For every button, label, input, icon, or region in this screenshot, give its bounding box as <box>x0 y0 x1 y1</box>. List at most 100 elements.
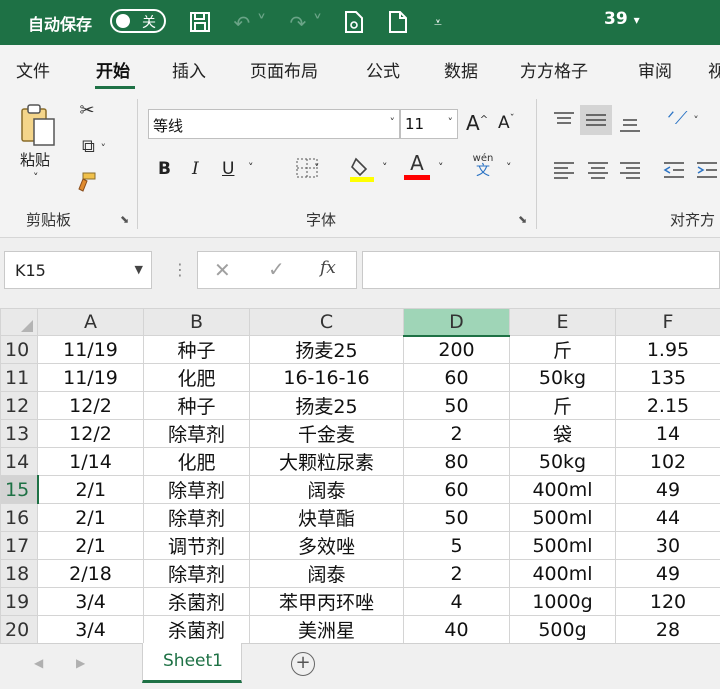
paste-dropdown-icon[interactable]: ˅ <box>33 171 39 184</box>
cell[interactable]: 30 <box>615 531 720 560</box>
font-launcher-icon[interactable]: ⬊ <box>518 213 527 226</box>
print-preview-icon[interactable] <box>340 10 368 36</box>
cell[interactable]: 种子 <box>143 335 250 364</box>
cell[interactable]: 化肥 <box>143 447 250 476</box>
cell[interactable]: 500ml <box>509 531 616 560</box>
column-header-b[interactable]: B <box>143 308 250 336</box>
chevron-down-icon[interactable]: ˅ <box>248 161 254 174</box>
font-color-icon[interactable]: A <box>404 153 430 183</box>
font-size-box[interactable]: 11 ˅ <box>400 109 458 139</box>
phonetic-guide-icon[interactable]: wén 文 <box>470 153 496 179</box>
cell[interactable]: 50 <box>403 391 510 420</box>
row-header[interactable]: 14 <box>0 447 38 476</box>
column-header-c[interactable]: C <box>249 308 404 336</box>
chevron-down-icon[interactable]: ˅ <box>506 161 512 174</box>
cancel-icon[interactable]: ✕ <box>214 258 231 282</box>
cell[interactable]: 4 <box>403 587 510 616</box>
column-header-a[interactable]: A <box>37 308 144 336</box>
cell[interactable]: 除草剂 <box>143 503 250 532</box>
cell[interactable]: 12/2 <box>37 419 144 448</box>
cell[interactable]: 50 <box>403 503 510 532</box>
cell[interactable]: 60 <box>403 363 510 392</box>
cell[interactable]: 11/19 <box>37 335 144 364</box>
cell[interactable]: 12/2 <box>37 391 144 420</box>
cell[interactable]: 2 <box>403 559 510 588</box>
tab-insert[interactable]: 插入 <box>172 57 206 82</box>
row-header[interactable]: 18 <box>0 559 38 588</box>
cell[interactable]: 50kg <box>509 447 616 476</box>
align-left-icon[interactable] <box>550 161 578 184</box>
cell[interactable]: 49 <box>615 559 720 588</box>
tab-fangfang[interactable]: 方方格子 <box>520 57 588 82</box>
clipboard-launcher-icon[interactable]: ⬊ <box>120 213 129 226</box>
cell[interactable]: 阔泰 <box>249 559 404 588</box>
align-center-icon[interactable] <box>584 161 612 184</box>
more-options-icon[interactable]: ⋮ <box>172 260 188 279</box>
new-document-icon[interactable] <box>384 10 412 36</box>
cell[interactable]: 28 <box>615 615 720 644</box>
cell[interactable]: 除草剂 <box>143 559 250 588</box>
chevron-down-icon[interactable]: ˅ <box>438 161 444 174</box>
cell[interactable]: 除草剂 <box>143 419 250 448</box>
align-bottom-icon[interactable] <box>616 115 644 138</box>
undo-icon[interactable]: ↶ ˅ <box>228 10 272 36</box>
zoom-counter[interactable]: 39 ▾ <box>604 9 640 29</box>
italic-button[interactable]: I <box>192 159 199 179</box>
cell[interactable]: 16-16-16 <box>249 363 404 392</box>
cell[interactable]: 2 <box>403 419 510 448</box>
cell[interactable]: 49 <box>615 475 720 504</box>
row-header[interactable]: 13 <box>0 419 38 448</box>
paste-label[interactable]: 粘贴 <box>20 149 50 170</box>
row-header[interactable]: 20 <box>0 615 38 644</box>
cell[interactable]: 千金麦 <box>249 419 404 448</box>
cell[interactable]: 44 <box>615 503 720 532</box>
cell[interactable]: 多效唑 <box>249 531 404 560</box>
select-all-corner[interactable] <box>0 308 38 336</box>
cell[interactable]: 2/18 <box>37 559 144 588</box>
cell[interactable]: 102 <box>615 447 720 476</box>
cell[interactable]: 袋 <box>509 419 616 448</box>
cell[interactable]: 2/1 <box>37 503 144 532</box>
cell[interactable]: 80 <box>403 447 510 476</box>
column-header-e[interactable]: E <box>509 308 616 336</box>
cell[interactable]: 50kg <box>509 363 616 392</box>
underline-button[interactable]: U <box>222 159 234 179</box>
cell[interactable]: 1.95 <box>615 335 720 364</box>
column-header-d[interactable]: D <box>403 308 510 337</box>
cell[interactable]: 2.15 <box>615 391 720 420</box>
cell[interactable]: 美洲星 <box>249 615 404 644</box>
cell[interactable]: 11/19 <box>37 363 144 392</box>
cut-icon[interactable]: ✂ <box>76 101 98 121</box>
cell[interactable]: 135 <box>615 363 720 392</box>
align-middle-icon[interactable] <box>580 105 612 135</box>
redo-icon[interactable]: ↷ ˅ <box>284 10 328 36</box>
sheet-tab-sheet1[interactable]: Sheet1 <box>142 643 242 683</box>
format-painter-icon[interactable] <box>74 171 98 198</box>
tab-file[interactable]: 文件 <box>16 57 50 82</box>
row-header[interactable]: 17 <box>0 531 38 560</box>
cell[interactable]: 杀菌剂 <box>143 615 250 644</box>
cell[interactable]: 400ml <box>509 559 616 588</box>
column-header-f[interactable]: F <box>615 308 720 336</box>
cell[interactable]: 200 <box>403 335 510 364</box>
align-top-icon[interactable] <box>550 111 578 134</box>
align-right-icon[interactable] <box>616 161 644 184</box>
add-sheet-button[interactable]: + <box>291 652 315 676</box>
row-header[interactable]: 10 <box>0 335 38 364</box>
shrink-font-icon[interactable]: Aˇ <box>498 113 515 133</box>
cell[interactable]: 斤 <box>509 391 616 420</box>
scroll-left-icon[interactable]: ◀ <box>34 656 43 670</box>
cell[interactable]: 调节剂 <box>143 531 250 560</box>
row-header[interactable]: 16 <box>0 503 38 532</box>
orientation-icon[interactable]: ᐟ⟋ ˅ <box>660 109 706 131</box>
enter-icon[interactable]: ✓ <box>268 257 285 281</box>
cell[interactable]: 除草剂 <box>143 475 250 504</box>
cell[interactable]: 3/4 <box>37 587 144 616</box>
chevron-down-icon[interactable]: ˅ <box>382 161 388 174</box>
cell[interactable]: 400ml <box>509 475 616 504</box>
cell[interactable]: 炔草酯 <box>249 503 404 532</box>
name-box[interactable]: K15 ▼ <box>4 251 152 289</box>
tab-review[interactable]: 审阅 <box>638 57 672 82</box>
decrease-indent-icon[interactable] <box>660 161 688 184</box>
cell[interactable]: 杀菌剂 <box>143 587 250 616</box>
